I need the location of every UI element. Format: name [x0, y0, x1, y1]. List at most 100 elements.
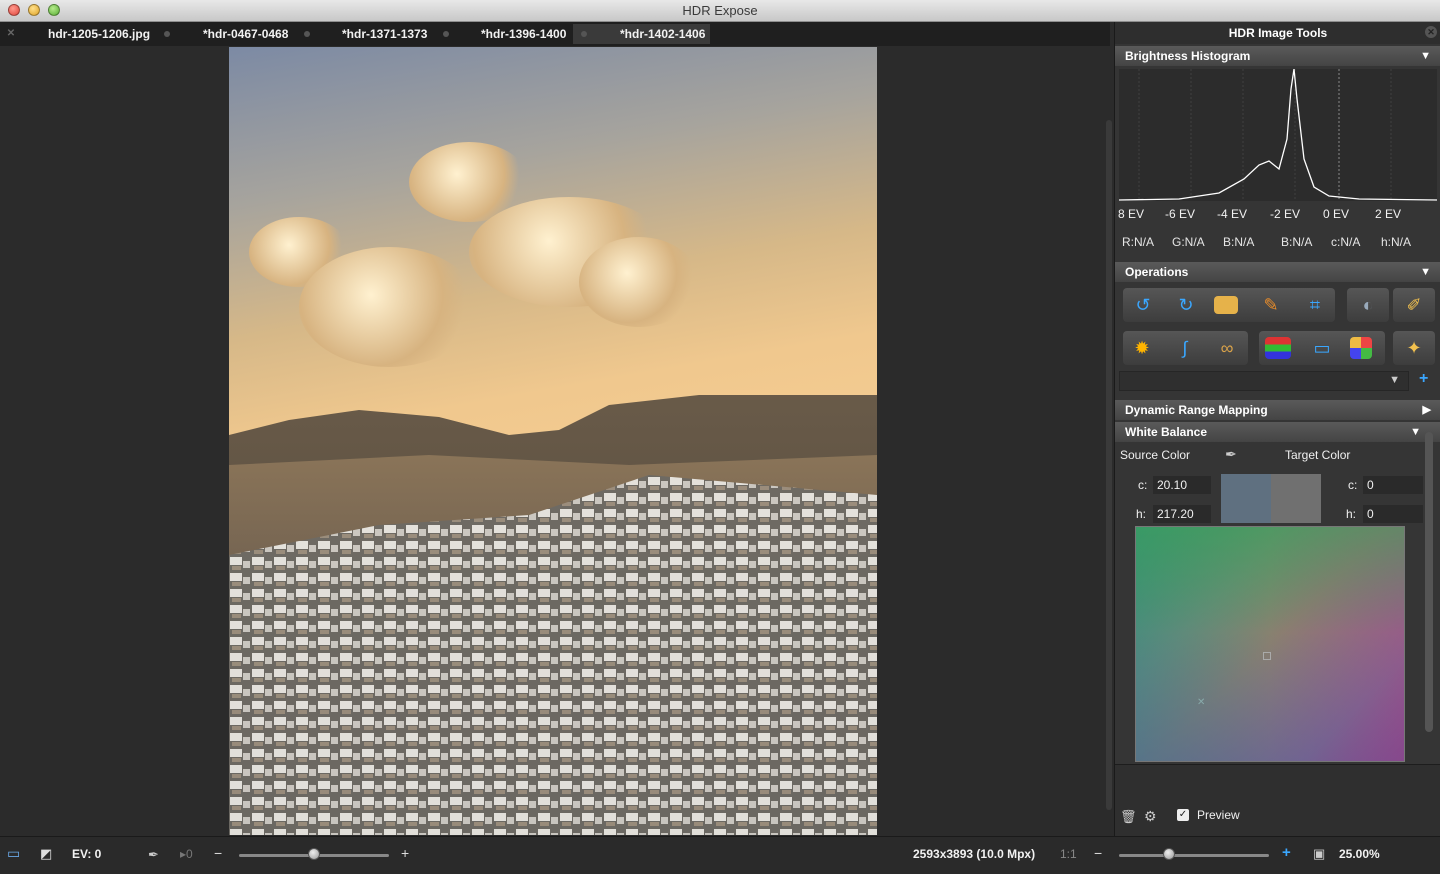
- eyedropper-tool-icon[interactable]: ✒: [148, 847, 159, 863]
- source-color-swatch: [1221, 474, 1271, 523]
- zoom-level: 25.00%: [1339, 847, 1380, 861]
- status-bar: ▭ ◩ EV: 0 ✒ ▸0 − + 2593x3893 (10.0 Mpx) …: [0, 836, 1440, 874]
- actual-size-button[interactable]: 1:1: [1060, 847, 1077, 861]
- fit-to-window-icon[interactable]: ▣: [1313, 846, 1325, 862]
- target-color-marker[interactable]: [1263, 652, 1271, 660]
- collapse-arrow-icon[interactable]: ▼: [1420, 46, 1431, 66]
- rotate-right-icon[interactable]: ↻: [1172, 291, 1200, 319]
- eyedropper-icon[interactable]: ✒: [1225, 446, 1237, 463]
- rotate-left-icon[interactable]: ↺: [1129, 291, 1157, 319]
- add-operation-button[interactable]: +: [1419, 370, 1428, 388]
- photo-cloud: [579, 237, 699, 327]
- source-h-field[interactable]: 217.20: [1153, 505, 1211, 523]
- monitor-icon[interactable]: ▭: [7, 845, 20, 862]
- collapse-arrow-icon[interactable]: ▼: [1410, 422, 1421, 442]
- preview-checkbox[interactable]: ✓: [1177, 809, 1189, 821]
- source-c-label: c:: [1138, 478, 1148, 492]
- exposure-icon[interactable]: ◩: [40, 846, 52, 862]
- hdr-photo[interactable]: [229, 47, 877, 835]
- ev-decrease-button[interactable]: −: [214, 845, 222, 861]
- tab-hdr-1402-1406[interactable]: *hdr-1402-1406: [573, 24, 710, 44]
- photo-landscape: [229, 395, 877, 835]
- magic-wand-icon[interactable]: ✦: [1400, 334, 1428, 362]
- title-bar: HDR Expose: [0, 0, 1440, 22]
- zoom-slider-track[interactable]: [1119, 854, 1269, 857]
- expand-arrow-icon[interactable]: ▶: [1423, 400, 1431, 420]
- tab-modified-icon[interactable]: [304, 31, 310, 37]
- ev-slider-knob[interactable]: [308, 848, 320, 860]
- brightness-histogram-header[interactable]: Brightness Histogram ▼: [1115, 46, 1440, 66]
- crop-icon[interactable]: ⌗: [1301, 291, 1329, 319]
- dynamic-range-mapping-header[interactable]: Dynamic Range Mapping ▶: [1115, 400, 1440, 420]
- tab-hdr-1205-1206[interactable]: ✕ hdr-1205-1206.jpg: [0, 24, 155, 44]
- operations-header[interactable]: Operations ▼: [1115, 262, 1440, 282]
- panel-close-icon[interactable]: ✕: [1425, 26, 1437, 38]
- readout-g: G:N/A: [1172, 235, 1205, 249]
- ev-increase-button[interactable]: +: [401, 845, 409, 861]
- zoom-in-button[interactable]: +: [1282, 844, 1291, 861]
- window-title: HDR Expose: [682, 3, 758, 18]
- tab-hdr-1396-1400[interactable]: *hdr-1396-1400: [435, 24, 573, 44]
- zoom-out-button[interactable]: −: [1094, 845, 1102, 861]
- sun-icon[interactable]: ✹: [1128, 334, 1156, 362]
- tab-modified-icon[interactable]: [443, 31, 449, 37]
- ev-label: 2 EV: [1375, 207, 1402, 221]
- tab-label: *hdr-0467-0468: [203, 27, 289, 41]
- color-picker-pad[interactable]: ✕: [1135, 526, 1405, 762]
- tab-hdr-0467-0468[interactable]: *hdr-0467-0468: [155, 24, 295, 44]
- source-h-label: h:: [1136, 507, 1147, 521]
- ev-step-indicator: ▸0: [180, 847, 193, 861]
- photo-cloud: [299, 247, 479, 367]
- target-color-swatch: [1271, 474, 1321, 523]
- readout-r: R:N/A: [1122, 235, 1155, 249]
- histogram-graph: [1118, 68, 1438, 201]
- trash-icon[interactable]: 🗑: [1120, 809, 1137, 825]
- curves-icon[interactable]: ∫: [1171, 334, 1199, 362]
- target-h-field[interactable]: 0: [1363, 505, 1423, 523]
- ev-label: 0 EV: [1323, 207, 1350, 221]
- levels-icon[interactable]: [1265, 337, 1291, 359]
- readout-c: c:N/A: [1331, 235, 1361, 249]
- zoom-slider-knob[interactable]: [1162, 848, 1175, 860]
- operations-preset-dropdown[interactable]: ▼: [1119, 371, 1409, 391]
- gear-icon[interactable]: ⚙: [1144, 808, 1157, 825]
- panel-scrollbar[interactable]: [1425, 432, 1433, 732]
- ev-label: 8 EV: [1118, 207, 1145, 221]
- tab-close-icon[interactable]: ✕: [4, 27, 18, 41]
- collapse-arrow-icon[interactable]: ▼: [1420, 262, 1431, 282]
- ev-label: -4 EV: [1217, 207, 1248, 221]
- image-canvas[interactable]: [0, 46, 1110, 836]
- glasses-icon[interactable]: ∞: [1213, 334, 1241, 362]
- operations-group-brush: ✐: [1393, 288, 1435, 322]
- chevron-down-icon: ▼: [1389, 374, 1400, 386]
- operations-group-tone: ✹ ∫ ∞: [1123, 331, 1248, 365]
- straighten-icon[interactable]: ✎: [1257, 291, 1285, 319]
- ev-readout: EV: 0: [72, 847, 102, 861]
- target-color-label: Target Color: [1285, 448, 1351, 462]
- readout-h: h:N/A: [1381, 235, 1412, 249]
- resize-icon[interactable]: [1214, 296, 1238, 314]
- tab-modified-icon[interactable]: [581, 31, 587, 37]
- tab-bar: ✕ hdr-1205-1206.jpg *hdr-0467-0468 *hdr-…: [0, 22, 1110, 46]
- source-color-marker[interactable]: ✕: [1197, 697, 1205, 708]
- canvas-scrollbar[interactable]: [1106, 120, 1112, 810]
- source-c-field[interactable]: 20.10: [1153, 476, 1211, 494]
- white-balance-header[interactable]: White Balance ▼: [1115, 422, 1440, 442]
- operations-group-color: ▭: [1259, 331, 1385, 365]
- tab-label: *hdr-1371-1373: [342, 27, 428, 41]
- color-grid-icon[interactable]: [1350, 337, 1372, 359]
- panel-title: HDR Image Tools ✕: [1115, 22, 1440, 44]
- brush-icon[interactable]: ✐: [1400, 291, 1428, 319]
- tab-label: *hdr-1402-1406: [620, 27, 706, 41]
- section-title: Brightness Histogram: [1125, 49, 1251, 63]
- section-title: Dynamic Range Mapping: [1125, 403, 1268, 417]
- color-balance-icon[interactable]: ▭: [1308, 334, 1336, 362]
- operations-group-effects: ✦: [1393, 331, 1435, 365]
- target-c-field[interactable]: 0: [1363, 476, 1423, 494]
- tab-hdr-1371-1373[interactable]: *hdr-1371-1373: [295, 24, 435, 44]
- tab-label: hdr-1205-1206.jpg: [48, 27, 151, 41]
- operations-group-lens: ◐: [1347, 288, 1389, 322]
- lens-icon[interactable]: ◐: [1354, 291, 1382, 319]
- operations-group-transform: ↺ ↻ ✎ ⌗: [1123, 288, 1335, 322]
- tab-modified-icon[interactable]: [164, 31, 170, 37]
